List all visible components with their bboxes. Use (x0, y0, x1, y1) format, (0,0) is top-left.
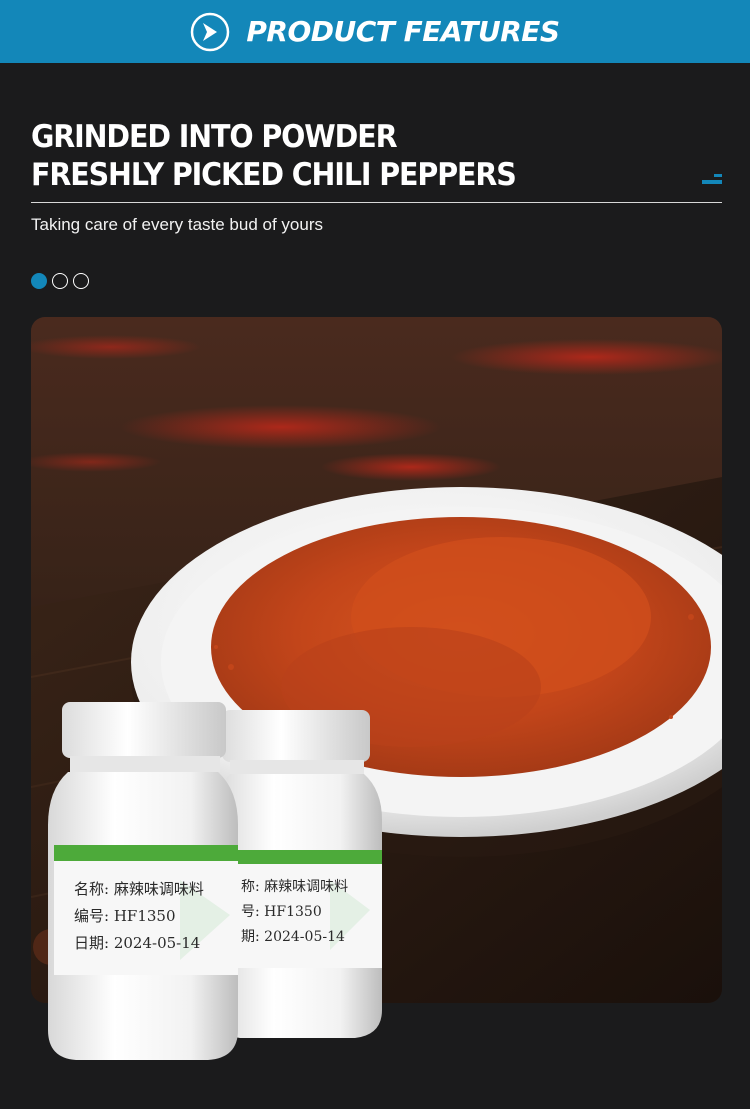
pagination-dot-2[interactable] (52, 273, 68, 289)
pagination-dot-1[interactable] (31, 273, 47, 289)
section-header: PRODUCT FEATURES (0, 0, 750, 63)
carousel-pagination (31, 273, 89, 289)
accent-marks (702, 174, 722, 186)
divider (31, 202, 722, 203)
back-code-label: 号: (241, 904, 260, 920)
back-name-label: 称: (241, 879, 260, 895)
headline-line-1: GRINDED INTO POWDER (31, 119, 398, 155)
tagline: Taking care of every taste bud of yours (31, 215, 323, 234)
sample-bottles: 名称: 麻辣味调味料 编号: HF1350 日期: 2024-05-14 称: … (0, 690, 420, 1109)
front-name-label: 名称: (74, 880, 110, 898)
headline: GRINDED INTO POWDER FRESHLY PICKED CHILI… (31, 118, 517, 194)
front-code-label: 编号: (74, 907, 110, 925)
front-date-label: 日期: (74, 934, 110, 952)
back-date-value: 2024-05-14 (264, 929, 345, 945)
headline-line-2: FRESHLY PICKED CHILI PEPPERS (31, 157, 517, 193)
back-name-value: 麻辣味调味料 (264, 879, 349, 895)
back-code-value: HF1350 (264, 904, 322, 920)
front-name-value: 麻辣味调味料 (113, 880, 204, 898)
front-code-value: HF1350 (113, 907, 176, 925)
front-date-value: 2024-05-14 (113, 934, 201, 952)
section-title: PRODUCT FEATURES (246, 15, 560, 48)
back-date-label: 期: (241, 929, 260, 945)
chevron-right-circle-icon (191, 12, 230, 51)
pagination-dot-3[interactable] (73, 273, 89, 289)
